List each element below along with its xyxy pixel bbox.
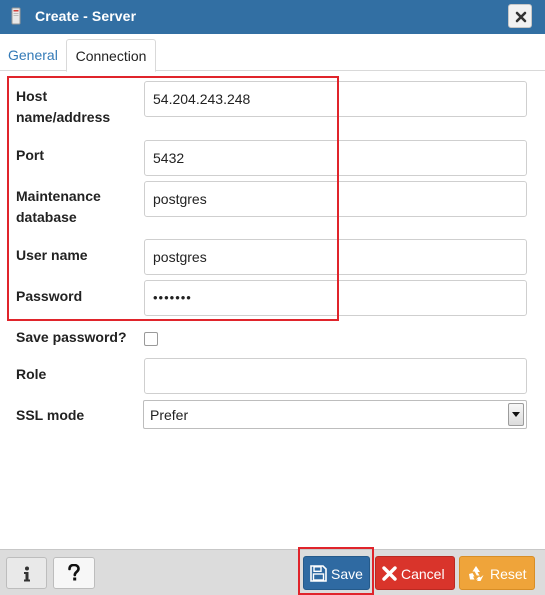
role-input[interactable]: [144, 358, 527, 394]
cancel-button-label: Cancel: [401, 566, 445, 582]
username-input[interactable]: postgres: [144, 239, 527, 275]
info-button[interactable]: [6, 557, 47, 589]
help-button[interactable]: [53, 557, 95, 589]
role-label: Role: [16, 366, 47, 382]
info-icon: [24, 566, 30, 582]
close-icon: [382, 566, 397, 581]
host-label-line1: Host: [16, 88, 48, 104]
recycle-icon: [469, 566, 484, 581]
close-icon: [515, 11, 527, 23]
ssl-mode-select[interactable]: Prefer: [143, 400, 527, 429]
reset-button-label: Reset: [490, 566, 527, 582]
floppy-disk-icon: [310, 565, 327, 582]
reset-button[interactable]: Reset: [459, 556, 535, 590]
tab-connection[interactable]: Connection: [66, 39, 156, 72]
password-label: Password: [16, 288, 83, 304]
save-button-label: Save: [331, 566, 363, 582]
chevron-down-icon: [512, 412, 520, 417]
maintenance-db-label-line2: database: [16, 209, 77, 225]
password-input[interactable]: •••••••: [144, 280, 527, 316]
host-label: Host name/address: [16, 86, 110, 128]
cancel-button[interactable]: Cancel: [375, 556, 455, 590]
host-input[interactable]: 54.204.243.248: [144, 81, 527, 117]
ssl-mode-label: SSL mode: [16, 407, 85, 423]
ssl-mode-value: Prefer: [150, 407, 189, 423]
title-bar: Create - Server: [0, 0, 545, 34]
close-button[interactable]: [508, 4, 532, 28]
port-label: Port: [16, 147, 44, 163]
host-label-line2: name/address: [16, 109, 111, 125]
save-password-checkbox[interactable]: [144, 332, 158, 346]
save-button[interactable]: Save: [303, 556, 370, 590]
tab-general[interactable]: General: [8, 39, 58, 71]
username-label: User name: [16, 247, 88, 263]
ssl-mode-dropdown-arrow[interactable]: [508, 403, 524, 426]
server-icon: [11, 7, 21, 25]
save-password-label: Save password?: [16, 329, 127, 345]
question-icon: [68, 564, 80, 581]
port-input[interactable]: 5432: [144, 140, 527, 176]
maintenance-db-label-line1: Maintenance: [16, 188, 101, 204]
maintenance-db-label: Maintenance database: [16, 186, 101, 228]
dialog-title: Create - Server: [35, 8, 137, 24]
maintenance-db-input[interactable]: postgres: [144, 181, 527, 217]
create-server-dialog: Create - Server General Connection Host …: [0, 0, 545, 595]
dialog-footer: Save Cancel Reset: [0, 549, 545, 595]
tab-bar: General Connection: [0, 34, 545, 72]
